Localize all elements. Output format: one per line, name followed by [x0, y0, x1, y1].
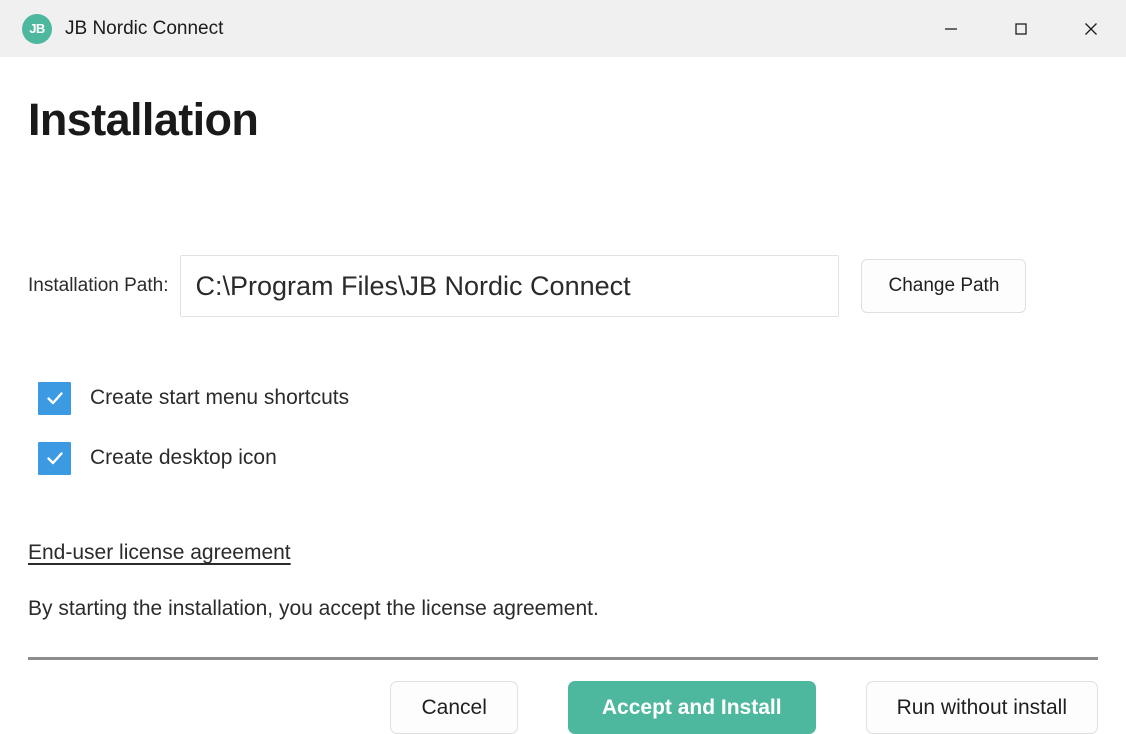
options-group: Create start menu shortcuts Create deskt…: [38, 379, 349, 499]
maximize-button[interactable]: [986, 0, 1056, 57]
installation-path-label: Installation Path:: [28, 275, 169, 296]
license-acceptance-note: By starting the installation, you accept…: [28, 597, 599, 620]
checkbox-label: Create desktop icon: [90, 446, 277, 469]
title-bar-left: JB JB Nordic Connect: [0, 13, 224, 44]
installation-path-input[interactable]: [180, 255, 840, 317]
app-logo-icon: JB: [22, 13, 52, 44]
close-icon: [1085, 22, 1097, 35]
close-button[interactable]: [1056, 0, 1126, 57]
window-controls: [916, 0, 1126, 57]
checkbox-checked-icon: [38, 441, 71, 475]
change-path-button[interactable]: Change Path: [861, 259, 1027, 313]
maximize-icon: [1015, 22, 1027, 35]
window-title: JB Nordic Connect: [65, 17, 224, 39]
minimize-icon: [945, 27, 957, 30]
cancel-button[interactable]: Cancel: [390, 681, 518, 734]
dialog-content: Installation Installation Path: Change P…: [0, 57, 1126, 734]
page-title: Installation: [28, 94, 259, 145]
checkbox-create-start-menu-shortcuts[interactable]: Create start menu shortcuts: [38, 379, 349, 417]
minimize-button[interactable]: [916, 0, 986, 57]
title-bar: JB JB Nordic Connect: [0, 0, 1126, 57]
checkbox-label: Create start menu shortcuts: [90, 386, 350, 409]
footer-actions: Cancel Accept and Install Run without in…: [390, 681, 1098, 734]
installation-path-row: Installation Path: Change Path: [28, 255, 1098, 317]
checkbox-checked-icon: [38, 381, 71, 415]
run-without-install-button[interactable]: Run without install: [865, 681, 1098, 734]
accept-and-install-button[interactable]: Accept and Install: [567, 681, 816, 734]
eula-link[interactable]: End-user license agreement: [28, 541, 291, 565]
checkbox-create-desktop-icon[interactable]: Create desktop icon: [38, 439, 349, 477]
footer-divider: [28, 657, 1098, 660]
